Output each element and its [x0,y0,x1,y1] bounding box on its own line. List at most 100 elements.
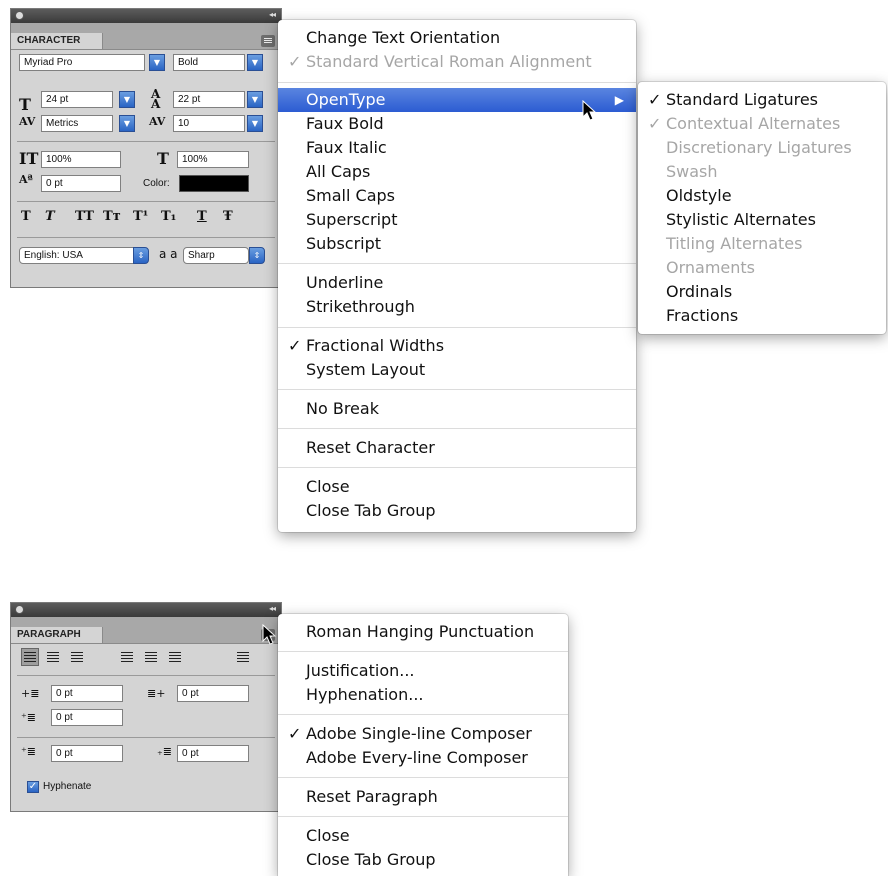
menu-item-underline[interactable]: Underline [278,271,636,295]
menu-item-fractional-widths[interactable]: ✓ Fractional Widths [278,334,636,358]
menu-item-close-tab-group[interactable]: Close Tab Group [278,499,636,523]
chevron-down-icon[interactable]: ▼ [119,115,135,132]
submenu-item-ornaments[interactable]: Ornaments [638,256,886,280]
panel-title-bar[interactable]: ◂◂ [11,603,281,617]
justify-last-left-icon[interactable] [121,652,133,653]
panel-menu-icon[interactable] [261,35,275,47]
justify-last-center-icon[interactable] [145,652,157,653]
justify-all-icon[interactable] [237,652,249,653]
font-size-icon: T [19,95,31,114]
tab-paragraph[interactable]: PARAGRAPH [11,627,103,643]
space-after-field[interactable]: 0 pt [177,745,249,762]
menu-item-faux-italic[interactable]: Faux Italic [278,136,636,160]
font-style-field[interactable]: Bold [173,54,245,71]
menu-item-superscript[interactable]: Superscript [278,208,636,232]
menu-item-close[interactable]: Close [278,824,568,848]
color-label: Color: [143,178,170,189]
superscript-button[interactable]: T¹ [133,209,148,224]
submenu-item-contextual-alternates[interactable]: ✓ Contextual Alternates [638,112,886,136]
color-swatch[interactable] [179,175,249,192]
chevron-down-icon[interactable]: ▼ [149,54,165,71]
menu-separator [278,467,636,468]
indent-right-field[interactable]: 0 pt [177,685,249,702]
menu-item-standard-vertical-roman-alignment[interactable]: ✓ Standard Vertical Roman Alignment [278,50,636,74]
chevron-down-icon[interactable]: ▼ [119,91,135,108]
updown-icon[interactable]: ⇕ [133,247,149,264]
collapse-icon[interactable]: ◂◂ [269,604,276,613]
faux-bold-button[interactable]: T [21,209,31,224]
panel-title-bar[interactable]: ◂◂ [11,9,281,23]
horizontal-scale-field[interactable]: 100% [177,151,249,168]
justify-last-right-icon[interactable] [169,652,181,653]
submenu-item-titling-alternates[interactable]: Titling Alternates [638,232,886,256]
menu-item-subscript[interactable]: Subscript [278,232,636,256]
menu-item-justification[interactable]: Justification... [278,659,568,683]
menu-item-system-layout[interactable]: System Layout [278,358,636,382]
align-left-button[interactable] [21,648,39,666]
divider [17,201,275,202]
font-size-field[interactable]: 24 pt [41,91,113,108]
menu-separator [278,428,636,429]
menu-item-roman-hanging-punctuation[interactable]: Roman Hanging Punctuation [278,620,568,644]
language-select[interactable]: English: USA [19,247,137,264]
collapse-icon[interactable]: ◂◂ [269,10,276,19]
menu-item-no-break[interactable]: No Break [278,397,636,421]
menu-item-adobe-every-line-composer[interactable]: Adobe Every-line Composer [278,746,568,770]
divider [17,237,275,238]
indent-first-line-icon: ⁺≣ [21,711,37,724]
submenu-item-stylistic-alternates[interactable]: Stylistic Alternates [638,208,886,232]
indent-left-icon: +≣ [21,687,40,700]
menu-item-change-text-orientation[interactable]: Change Text Orientation [278,26,636,50]
chevron-down-icon[interactable]: ▼ [247,54,263,71]
kerning-icon: AV [19,115,36,128]
faux-italic-button[interactable]: T [45,209,55,224]
menu-separator [278,263,636,264]
leading-field[interactable]: 22 pt [173,91,245,108]
close-icon[interactable] [15,605,24,614]
chevron-down-icon[interactable]: ▼ [247,115,263,132]
tracking-icon: AV [149,115,166,128]
antialias-select[interactable]: Sharp [183,247,249,264]
indent-left-field[interactable]: 0 pt [51,685,123,702]
menu-item-close[interactable]: Close [278,475,636,499]
submenu-item-swash[interactable]: Swash [638,160,886,184]
close-icon[interactable] [15,11,24,20]
chevron-down-icon[interactable]: ▼ [247,91,263,108]
hyphenate-checkbox[interactable]: ✓ [27,781,39,793]
submenu-item-oldstyle[interactable]: Oldstyle [638,184,886,208]
all-caps-button[interactable]: TT [75,209,94,224]
align-center-icon[interactable] [47,652,59,653]
align-right-icon[interactable] [71,652,83,653]
baseline-shift-field[interactable]: 0 pt [41,175,121,192]
strikethrough-button[interactable]: Ŧ [223,209,233,224]
space-before-field[interactable]: 0 pt [51,745,123,762]
menu-item-close-tab-group[interactable]: Close Tab Group [278,848,568,872]
baseline-shift-icon: Aª [19,173,33,186]
submenu-item-ordinals[interactable]: Ordinals [638,280,886,304]
indent-first-line-field[interactable]: 0 pt [51,709,123,726]
menu-item-reset-character[interactable]: Reset Character [278,436,636,460]
leading-icon: AA [151,87,161,111]
underline-button[interactable]: T [197,209,207,224]
tab-character[interactable]: CHARACTER [11,33,103,49]
small-caps-button[interactable]: Tт [103,209,121,224]
kerning-field[interactable]: Metrics [41,115,113,132]
character-panel: ◂◂ CHARACTER Myriad Pro ▼ Bold ▼ T 24 pt… [10,8,282,288]
updown-icon[interactable]: ⇕ [249,247,265,264]
submenu-item-discretionary-ligatures[interactable]: Discretionary Ligatures [638,136,886,160]
hyphenate-label: Hyphenate [43,781,92,792]
tracking-field[interactable]: 10 [173,115,245,132]
submenu-item-standard-ligatures[interactable]: ✓ Standard Ligatures [638,88,886,112]
vertical-scale-field[interactable]: 100% [41,151,121,168]
space-after-icon: ₊≣ [157,745,173,758]
submenu-item-fractions[interactable]: Fractions [638,304,886,328]
menu-item-small-caps[interactable]: Small Caps [278,184,636,208]
menu-item-adobe-single-line-composer[interactable]: ✓ Adobe Single-line Composer [278,722,568,746]
font-family-field[interactable]: Myriad Pro [19,54,145,71]
menu-item-reset-paragraph[interactable]: Reset Paragraph [278,785,568,809]
menu-item-strikethrough[interactable]: Strikethrough [278,295,636,319]
subscript-button[interactable]: T₁ [161,209,176,224]
paragraph-panel-menu: Roman Hanging Punctuation Justification.… [278,614,568,876]
menu-item-hyphenation[interactable]: Hyphenation... [278,683,568,707]
menu-item-all-caps[interactable]: All Caps [278,160,636,184]
